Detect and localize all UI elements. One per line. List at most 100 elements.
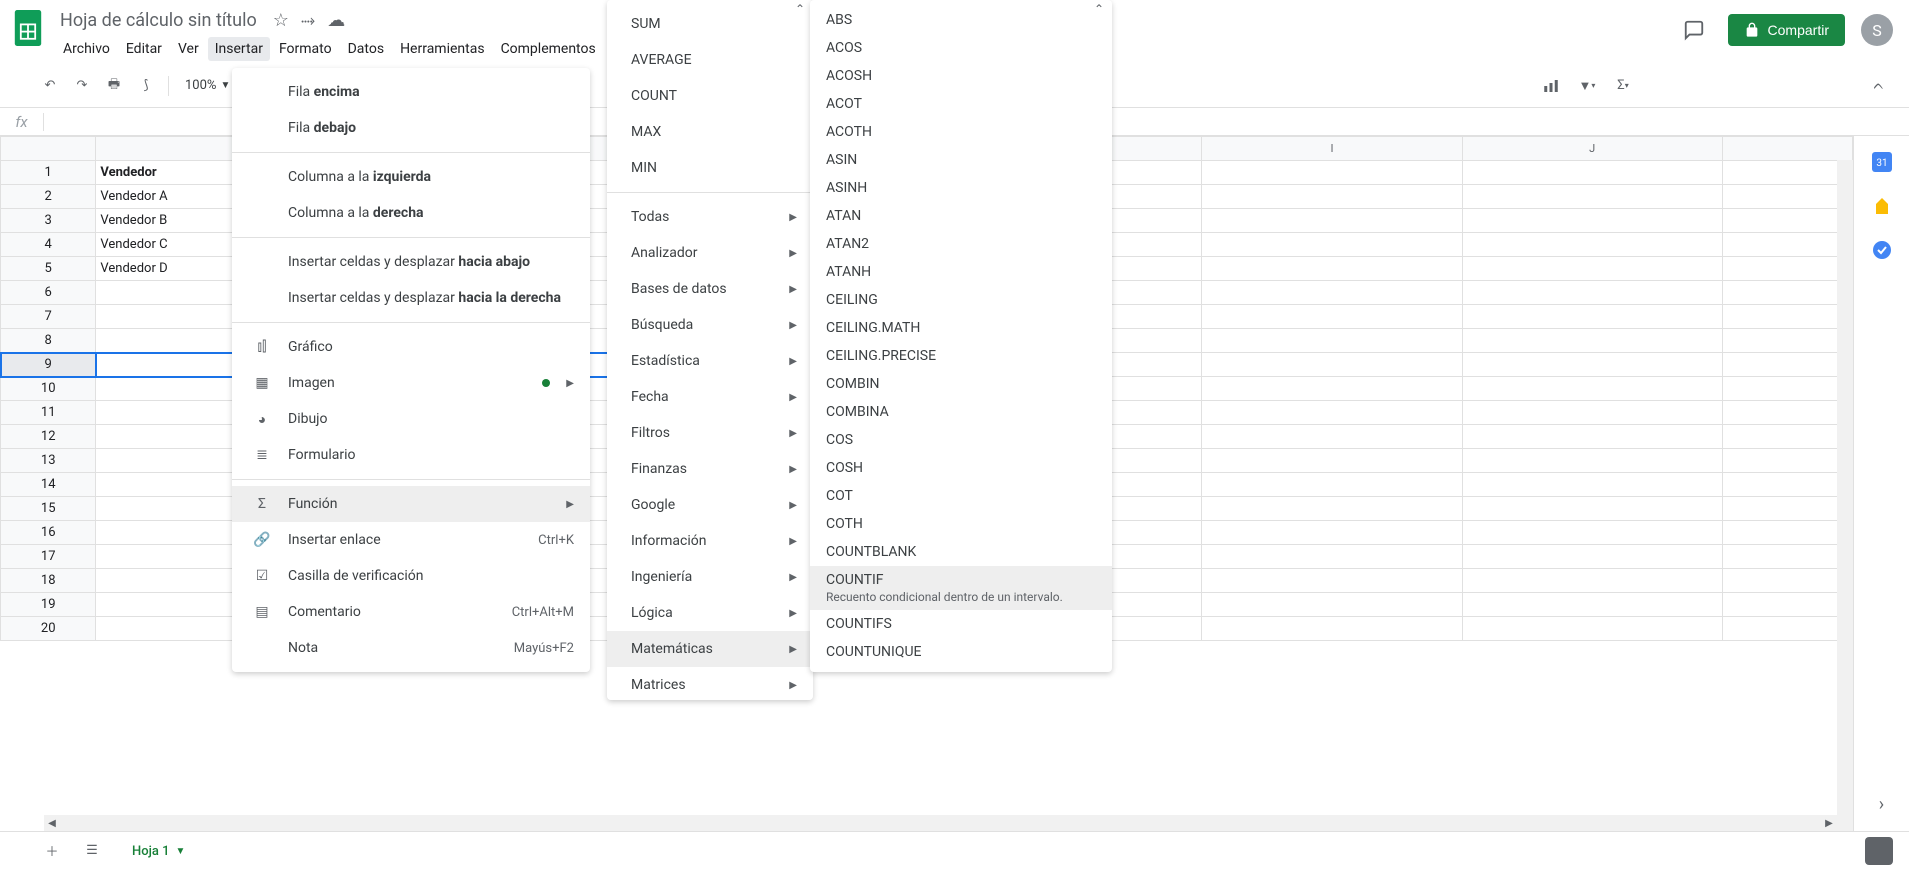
function-category-item[interactable]: Fecha▶ — [607, 379, 813, 415]
tasks-icon[interactable] — [1872, 240, 1892, 260]
math-function-item[interactable]: ASINH — [810, 174, 1112, 202]
math-function-item[interactable]: ACOSH — [810, 62, 1112, 90]
sheets-logo[interactable] — [8, 8, 48, 48]
row-header[interactable]: 13 — [1, 449, 96, 473]
row-header[interactable]: 2 — [1, 185, 96, 209]
print-button[interactable]: 🖶 — [100, 72, 128, 100]
calendar-icon[interactable]: 31 — [1872, 152, 1892, 172]
filter-button[interactable]: ▼▾ — [1573, 72, 1601, 100]
row-header[interactable]: 12 — [1, 425, 96, 449]
row-header[interactable]: 19 — [1, 593, 96, 617]
math-function-item[interactable]: COUNTIFS — [810, 610, 1112, 638]
function-item[interactable]: COUNT — [607, 78, 813, 114]
function-item[interactable]: MAX — [607, 114, 813, 150]
function-item[interactable]: MIN — [607, 150, 813, 186]
row-header[interactable]: 11 — [1, 401, 96, 425]
function-category-item[interactable]: Búsqueda▶ — [607, 307, 813, 343]
insert-menu-item[interactable]: ▤ComentarioCtrl+Alt+M — [232, 594, 590, 630]
insert-menu-item[interactable]: ◕Dibujo — [232, 401, 590, 437]
math-function-item[interactable]: ASIN — [810, 146, 1112, 174]
zoom-select[interactable]: 100% ▼ — [177, 74, 238, 97]
undo-button[interactable]: ↶ — [36, 72, 64, 100]
menubar-item-complementos[interactable]: Complementos — [494, 37, 603, 61]
star-icon[interactable]: ☆ — [273, 10, 289, 31]
insert-menu-item[interactable]: Columna a la derecha — [232, 195, 590, 231]
insert-menu-item[interactable]: Fila debajo — [232, 110, 590, 146]
math-function-item[interactable]: COTH — [810, 510, 1112, 538]
math-function-item[interactable]: COT — [810, 482, 1112, 510]
all-sheets-button[interactable]: ☰ — [76, 835, 108, 867]
insert-menu-item[interactable]: ΣFunción▶ — [232, 486, 590, 522]
scroll-up-icon[interactable]: ⌃ — [795, 2, 811, 16]
sheet-tab[interactable]: Hoja 1 ▼ — [116, 834, 201, 867]
menubar-item-insertar[interactable]: Insertar — [208, 37, 270, 61]
vertical-scrollbar[interactable] — [1837, 160, 1853, 831]
row-header[interactable]: 8 — [1, 329, 96, 353]
comment-history-button[interactable] — [1676, 12, 1712, 48]
math-function-item[interactable]: ATAN2 — [810, 230, 1112, 258]
insert-menu-item[interactable]: ⫾⫿Gráfico — [232, 329, 590, 365]
side-panel-collapse-icon[interactable]: › — [1879, 794, 1884, 815]
math-function-item[interactable]: ACOTH — [810, 118, 1112, 146]
collapse-toolbar-icon[interactable]: ᨈ — [1865, 72, 1893, 100]
math-function-item[interactable]: ACOS — [810, 34, 1112, 62]
keep-icon[interactable] — [1872, 196, 1892, 216]
paint-format-button[interactable]: ⟆ — [132, 72, 160, 100]
insert-menu-item[interactable]: NotaMayús+F2 — [232, 630, 590, 666]
horizontal-scrollbar[interactable]: ◀▶ — [44, 815, 1837, 831]
row-header[interactable]: 6 — [1, 281, 96, 305]
account-avatar[interactable]: S — [1861, 14, 1893, 46]
function-category-item[interactable]: Bases de datos▶ — [607, 271, 813, 307]
math-function-item[interactable]: COUNTUNIQUE — [810, 638, 1112, 666]
function-category-item[interactable]: Matemáticas▶ — [607, 631, 813, 667]
cloud-icon[interactable]: ☁ — [327, 10, 345, 31]
math-function-item[interactable]: COSH — [810, 454, 1112, 482]
row-header[interactable]: 10 — [1, 377, 96, 401]
insert-chart-icon[interactable] — [1537, 72, 1565, 100]
row-header[interactable]: 20 — [1, 617, 96, 641]
menubar-item-herramientas[interactable]: Herramientas — [393, 37, 492, 61]
function-category-item[interactable]: Ingeniería▶ — [607, 559, 813, 595]
math-function-item[interactable]: CEILING.MATH — [810, 314, 1112, 342]
function-item[interactable]: SUM — [607, 6, 813, 42]
function-category-item[interactable]: Finanzas▶ — [607, 451, 813, 487]
function-category-item[interactable]: Filtros▶ — [607, 415, 813, 451]
math-function-item[interactable]: COMBIN — [810, 370, 1112, 398]
insert-menu-item[interactable]: Columna a la izquierda — [232, 159, 590, 195]
insert-menu-item[interactable]: ▦Imagen▶ — [232, 365, 590, 401]
insert-menu-item[interactable]: Fila encima — [232, 74, 590, 110]
function-category-item[interactable]: Google▶ — [607, 487, 813, 523]
math-function-item[interactable]: ATANH — [810, 258, 1112, 286]
menubar-item-datos[interactable]: Datos — [341, 37, 391, 61]
explore-button[interactable] — [1865, 837, 1893, 865]
insert-menu-item[interactable]: 🔗Insertar enlaceCtrl+K — [232, 522, 590, 558]
function-category-item[interactable]: Todas▶ — [607, 199, 813, 235]
menubar-item-formato[interactable]: Formato — [272, 37, 339, 61]
row-header[interactable]: 4 — [1, 233, 96, 257]
function-category-item[interactable]: Analizador▶ — [607, 235, 813, 271]
insert-menu-item[interactable]: Insertar celdas y desplazar hacia la der… — [232, 280, 590, 316]
row-header[interactable]: 16 — [1, 521, 96, 545]
row-header[interactable]: 5 — [1, 257, 96, 281]
row-header[interactable]: 7 — [1, 305, 96, 329]
row-header[interactable]: 9 — [1, 353, 96, 377]
row-header[interactable]: 14 — [1, 473, 96, 497]
add-sheet-button[interactable]: ＋ — [36, 835, 68, 867]
row-header[interactable]: 18 — [1, 569, 96, 593]
insert-menu-item[interactable]: ☑Casilla de verificación — [232, 558, 590, 594]
menubar-item-ver[interactable]: Ver — [171, 37, 206, 61]
functions-button[interactable]: Σ ▾ — [1609, 72, 1637, 100]
math-function-item[interactable]: COUNTIFRecuento condicional dentro de un… — [810, 566, 1112, 610]
math-function-item[interactable]: COUNTBLANK — [810, 538, 1112, 566]
math-function-item[interactable]: COS — [810, 426, 1112, 454]
math-function-item[interactable]: COMBINA — [810, 398, 1112, 426]
function-category-item[interactable]: Estadística▶ — [607, 343, 813, 379]
row-header[interactable]: 1 — [1, 161, 96, 185]
function-category-item[interactable]: Información▶ — [607, 523, 813, 559]
math-function-item[interactable]: ABS — [810, 6, 1112, 34]
function-category-item[interactable]: Lógica▶ — [607, 595, 813, 631]
doc-title[interactable]: Hoja de cálculo sin título — [56, 8, 261, 33]
menubar-item-archivo[interactable]: Archivo — [56, 37, 117, 61]
math-function-item[interactable]: ATAN — [810, 202, 1112, 230]
move-icon[interactable]: ⤑ — [301, 10, 315, 31]
